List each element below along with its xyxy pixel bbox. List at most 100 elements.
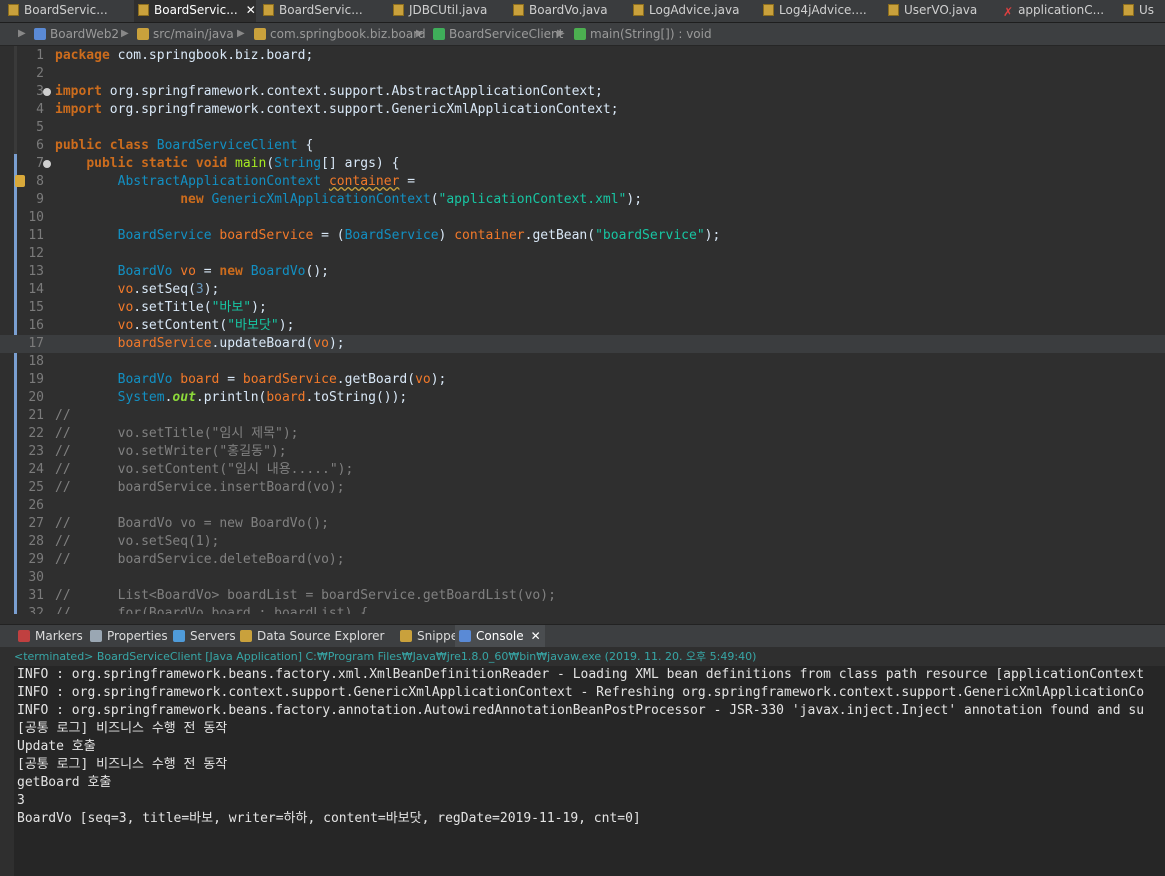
code-text[interactable]: AbstractApplicationContext container =: [55, 173, 415, 191]
code-line[interactable]: 32 // for(BoardVo board : boardList) {: [0, 605, 1165, 614]
editor-tab-5[interactable]: LogAdvice.java: [629, 0, 756, 22]
view-tab-console[interactable]: Console ✕: [455, 625, 545, 647]
line-number: 13: [28, 264, 44, 279]
line-number: 21: [28, 408, 44, 423]
editor-tab-2[interactable]: BoardServic...: [259, 0, 384, 22]
code-text[interactable]: import org.springframework.context.suppo…: [55, 101, 619, 119]
package-icon: [254, 28, 266, 40]
line-number: 5: [36, 120, 44, 135]
editor-tab-9[interactable]: Us: [1119, 0, 1165, 22]
code-line[interactable]: 22 // vo.setTitle("임시 제목");: [0, 425, 1165, 443]
editor-tab-3[interactable]: JDBCUtil.java: [389, 0, 506, 22]
code-text[interactable]: // List<BoardVo> boardList = boardServic…: [55, 587, 556, 605]
code-text[interactable]: public static void main(String[] args) {: [55, 155, 399, 173]
fold-toggle-icon[interactable]: [43, 88, 51, 96]
console-line: BoardVo [seq=3, title=바보, writer=하하, con…: [17, 811, 641, 826]
console-line: [공통 로그] 비즈니스 수행 전 동작: [17, 721, 228, 736]
code-text[interactable]: import org.springframework.context.suppo…: [55, 83, 603, 101]
code-line[interactable]: 14 vo.setSeq(3);: [0, 281, 1165, 299]
code-line[interactable]: 24 // vo.setContent("임시 내용.....");: [0, 461, 1165, 479]
code-line[interactable]: 26: [0, 497, 1165, 515]
code-text[interactable]: package com.springbook.biz.board;: [55, 47, 313, 65]
editor-tab-8[interactable]: ✗ applicationC...: [999, 0, 1116, 22]
xml-file-icon: ✗: [1003, 5, 1014, 19]
view-tab-properties[interactable]: Properties: [86, 625, 172, 647]
code-line[interactable]: 11 BoardService boardService = (BoardSer…: [0, 227, 1165, 245]
view-tab-markers[interactable]: Markers: [14, 625, 87, 647]
line-number: 22: [28, 426, 44, 441]
code-line[interactable]: 1 package com.springbook.biz.board;: [0, 47, 1165, 65]
code-text[interactable]: boardService.updateBoard(vo);: [55, 335, 345, 353]
code-line[interactable]: 4 import org.springframework.context.supp…: [0, 101, 1165, 119]
code-line[interactable]: 6 public class BoardServiceClient {: [0, 137, 1165, 155]
code-line[interactable]: 19 BoardVo board = boardService.getBoard…: [0, 371, 1165, 389]
code-line[interactable]: 10: [0, 209, 1165, 227]
console-view[interactable]: <terminated> BoardServiceClient [Java Ap…: [0, 647, 1165, 876]
breadcrumb-item-1[interactable]: src/main/java: [137, 23, 234, 45]
code-line[interactable]: 3 import org.springframework.context.supp…: [0, 83, 1165, 101]
code-text[interactable]: // vo.setWriter("홍길동");: [55, 443, 287, 461]
breadcrumb-item-3[interactable]: BoardServiceClient: [433, 23, 563, 45]
line-number: 7: [36, 156, 44, 171]
view-tab-servers[interactable]: Servers: [169, 625, 240, 647]
editor-tab-1[interactable]: BoardServic... ✕: [134, 0, 256, 22]
code-line[interactable]: 31 // List<BoardVo> boardList = boardServ…: [0, 587, 1165, 605]
breadcrumb-item-2[interactable]: com.springbook.biz.board: [254, 23, 426, 45]
code-text[interactable]: // vo.setContent("임시 내용.....");: [55, 461, 353, 479]
code-line[interactable]: 13 BoardVo vo = new BoardVo();: [0, 263, 1165, 281]
code-line[interactable]: 16 vo.setContent("바보닷");: [0, 317, 1165, 335]
code-line[interactable]: 17 boardService.updateBoard(vo);: [0, 335, 1165, 353]
breadcrumb-item-4[interactable]: main(String[]) : void: [574, 23, 712, 45]
code-editor[interactable]: 1 package com.springbook.biz.board; 2 3 impo…: [0, 46, 1165, 614]
code-text[interactable]: vo.setSeq(3);: [55, 281, 220, 299]
code-line[interactable]: 2: [0, 65, 1165, 83]
close-icon[interactable]: ✕: [246, 3, 256, 17]
code-text[interactable]: vo.setContent("바보닷");: [55, 317, 295, 335]
editor-tab-6[interactable]: Log4jAdvice....: [759, 0, 881, 22]
code-line[interactable]: 18: [0, 353, 1165, 371]
code-line[interactable]: 12: [0, 245, 1165, 263]
view-tab-data-source-explorer[interactable]: Data Source Explorer: [236, 625, 388, 647]
editor-tab-4[interactable]: BoardVo.java: [509, 0, 626, 22]
code-line[interactable]: 20 System.out.println(board.toString());: [0, 389, 1165, 407]
line-number: 18: [28, 354, 44, 369]
code-line[interactable]: 28 // vo.setSeq(1);: [0, 533, 1165, 551]
code-text[interactable]: public class BoardServiceClient {: [55, 137, 313, 155]
code-line[interactable]: 21 //: [0, 407, 1165, 425]
code-line[interactable]: 9 new GenericXmlApplicationContext("appl…: [0, 191, 1165, 209]
code-line[interactable]: 8 AbstractApplicationContext container =: [0, 173, 1165, 191]
code-line[interactable]: 23 // vo.setWriter("홍길동");: [0, 443, 1165, 461]
console-line: [공통 로그] 비즈니스 수행 전 동작: [17, 757, 228, 772]
code-text[interactable]: BoardService boardService = (BoardServic…: [55, 227, 721, 245]
breadcrumb-item-0[interactable]: BoardWeb2: [34, 23, 119, 45]
code-text[interactable]: // vo.setTitle("임시 제목");: [55, 425, 299, 443]
code-text[interactable]: // BoardVo vo = new BoardVo();: [55, 515, 329, 533]
code-text[interactable]: // boardService.deleteBoard(vo);: [55, 551, 345, 569]
code-text[interactable]: System.out.println(board.toString());: [55, 389, 408, 407]
line-number: 23: [28, 444, 44, 459]
close-icon[interactable]: ✕: [531, 629, 541, 643]
code-text[interactable]: //: [55, 407, 71, 425]
code-line[interactable]: 7 public static void main(String[] args)…: [0, 155, 1165, 173]
console-output[interactable]: INFO : org.springframework.beans.factory…: [14, 666, 1165, 876]
code-line[interactable]: 25 // boardService.insertBoard(vo);: [0, 479, 1165, 497]
code-text[interactable]: // boardService.insertBoard(vo);: [55, 479, 345, 497]
fold-toggle-icon[interactable]: [43, 160, 51, 168]
code-line[interactable]: 15 vo.setTitle("바보");: [0, 299, 1165, 317]
code-text[interactable]: new GenericXmlApplicationContext("applic…: [55, 191, 642, 209]
editor-tab-0[interactable]: BoardServic...: [4, 0, 130, 22]
line-number: 28: [28, 534, 44, 549]
code-text[interactable]: // for(BoardVo board : boardList) {: [55, 605, 368, 614]
code-line[interactable]: 5: [0, 119, 1165, 137]
editor-tab-7[interactable]: UserVO.java: [884, 0, 996, 22]
code-line[interactable]: 27 // BoardVo vo = new BoardVo();: [0, 515, 1165, 533]
code-line[interactable]: 29 // boardService.deleteBoard(vo);: [0, 551, 1165, 569]
code-text[interactable]: // vo.setSeq(1);: [55, 533, 219, 551]
view-tab-label: Markers: [35, 629, 83, 643]
code-text[interactable]: vo.setTitle("바보");: [55, 299, 267, 317]
console-line: INFO : org.springframework.beans.factory…: [17, 667, 1145, 682]
code-text[interactable]: BoardVo vo = new BoardVo();: [55, 263, 329, 281]
code-text[interactable]: BoardVo board = boardService.getBoard(vo…: [55, 371, 447, 389]
line-number: 17: [28, 336, 44, 351]
code-line[interactable]: 30: [0, 569, 1165, 587]
